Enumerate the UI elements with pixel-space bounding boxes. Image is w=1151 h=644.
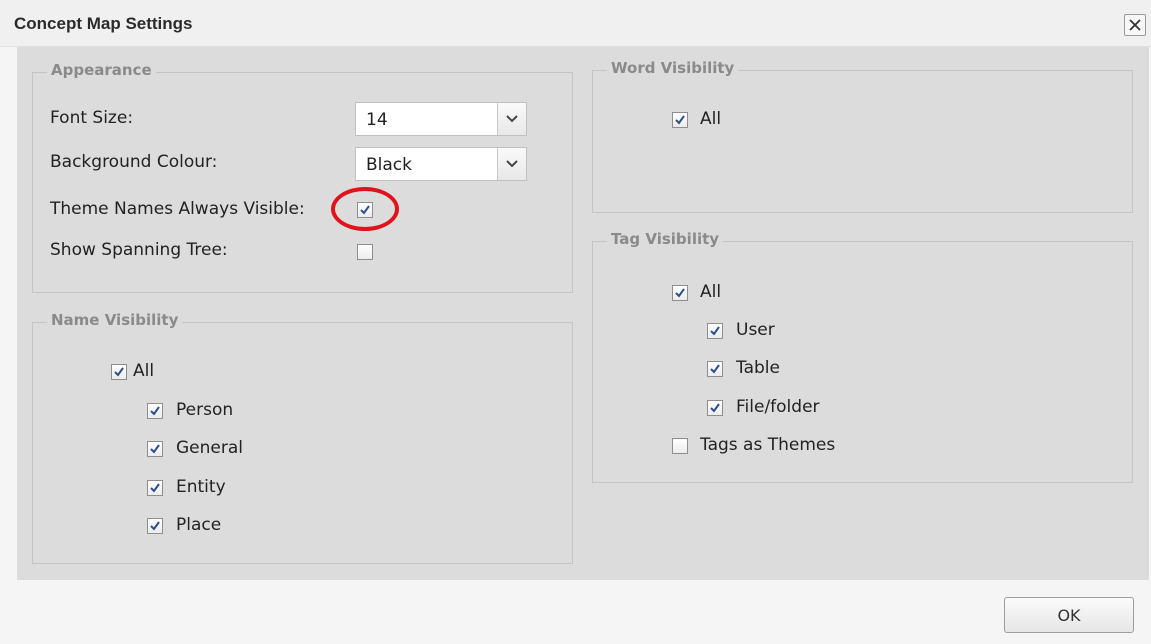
background-colour-dropdown-arrow[interactable] bbox=[497, 148, 526, 180]
name-place-checkbox[interactable] bbox=[147, 518, 163, 534]
name-place-label: Place bbox=[176, 515, 222, 535]
check-icon bbox=[710, 364, 720, 374]
name-visibility-group: Name Visibility bbox=[32, 311, 573, 564]
highlight-circle bbox=[331, 187, 399, 231]
tag-file-folder-label: File/folder bbox=[736, 397, 820, 417]
tag-all-label: All bbox=[700, 282, 722, 302]
font-size-select[interactable]: 14 bbox=[355, 102, 527, 136]
concept-map-settings-dialog: Concept Map Settings Appearance Font Siz… bbox=[0, 0, 1151, 644]
name-general-checkbox[interactable] bbox=[147, 441, 163, 457]
theme-names-label: Theme Names Always Visible: bbox=[50, 199, 305, 219]
name-entity-checkbox[interactable] bbox=[147, 480, 163, 496]
spanning-tree-label: Show Spanning Tree: bbox=[50, 240, 228, 260]
check-icon bbox=[150, 483, 160, 493]
font-size-dropdown-arrow[interactable] bbox=[497, 103, 526, 135]
font-size-label: Font Size: bbox=[50, 108, 134, 128]
word-all-checkbox[interactable] bbox=[672, 112, 688, 128]
check-icon bbox=[150, 444, 160, 454]
ok-button[interactable]: OK bbox=[1004, 597, 1134, 633]
check-icon bbox=[150, 406, 160, 416]
check-icon bbox=[150, 521, 160, 531]
close-button[interactable] bbox=[1124, 14, 1146, 36]
font-size-value: 14 bbox=[366, 110, 388, 130]
name-entity-label: Entity bbox=[176, 477, 226, 497]
chevron-down-icon bbox=[506, 115, 518, 123]
chevron-down-icon bbox=[506, 160, 518, 168]
background-colour-value: Black bbox=[366, 155, 412, 175]
check-icon bbox=[675, 115, 685, 125]
name-person-checkbox[interactable] bbox=[147, 403, 163, 419]
tag-table-label: Table bbox=[736, 358, 780, 378]
tag-user-checkbox[interactable] bbox=[707, 323, 723, 339]
background-colour-select[interactable]: Black bbox=[355, 147, 527, 181]
dialog-footer bbox=[0, 580, 1151, 644]
close-icon bbox=[1129, 19, 1141, 31]
tags-as-themes-checkbox[interactable] bbox=[672, 438, 688, 454]
word-visibility-group: Word Visibility bbox=[592, 59, 1133, 213]
background-colour-label: Background Colour: bbox=[50, 152, 218, 172]
tag-all-checkbox[interactable] bbox=[672, 285, 688, 301]
name-all-checkbox[interactable] bbox=[111, 364, 127, 380]
tag-user-label: User bbox=[736, 320, 775, 340]
spanning-tree-checkbox[interactable] bbox=[357, 244, 373, 260]
name-person-label: Person bbox=[176, 400, 234, 420]
tag-visibility-legend: Tag Visibility bbox=[607, 230, 724, 248]
check-icon bbox=[675, 288, 685, 298]
check-icon bbox=[114, 367, 124, 377]
tag-file-folder-checkbox[interactable] bbox=[707, 400, 723, 416]
tags-as-themes-label: Tags as Themes bbox=[700, 435, 836, 455]
tag-table-checkbox[interactable] bbox=[707, 361, 723, 377]
check-icon bbox=[710, 403, 720, 413]
name-general-label: General bbox=[176, 438, 243, 458]
title-bar: Concept Map Settings bbox=[0, 0, 1151, 47]
name-visibility-legend: Name Visibility bbox=[47, 311, 183, 329]
name-all-label: All bbox=[133, 361, 155, 381]
dialog-title: Concept Map Settings bbox=[14, 14, 193, 33]
word-all-label: All bbox=[700, 109, 722, 129]
appearance-legend: Appearance bbox=[47, 61, 156, 79]
check-icon bbox=[710, 326, 720, 336]
word-visibility-legend: Word Visibility bbox=[607, 59, 739, 77]
